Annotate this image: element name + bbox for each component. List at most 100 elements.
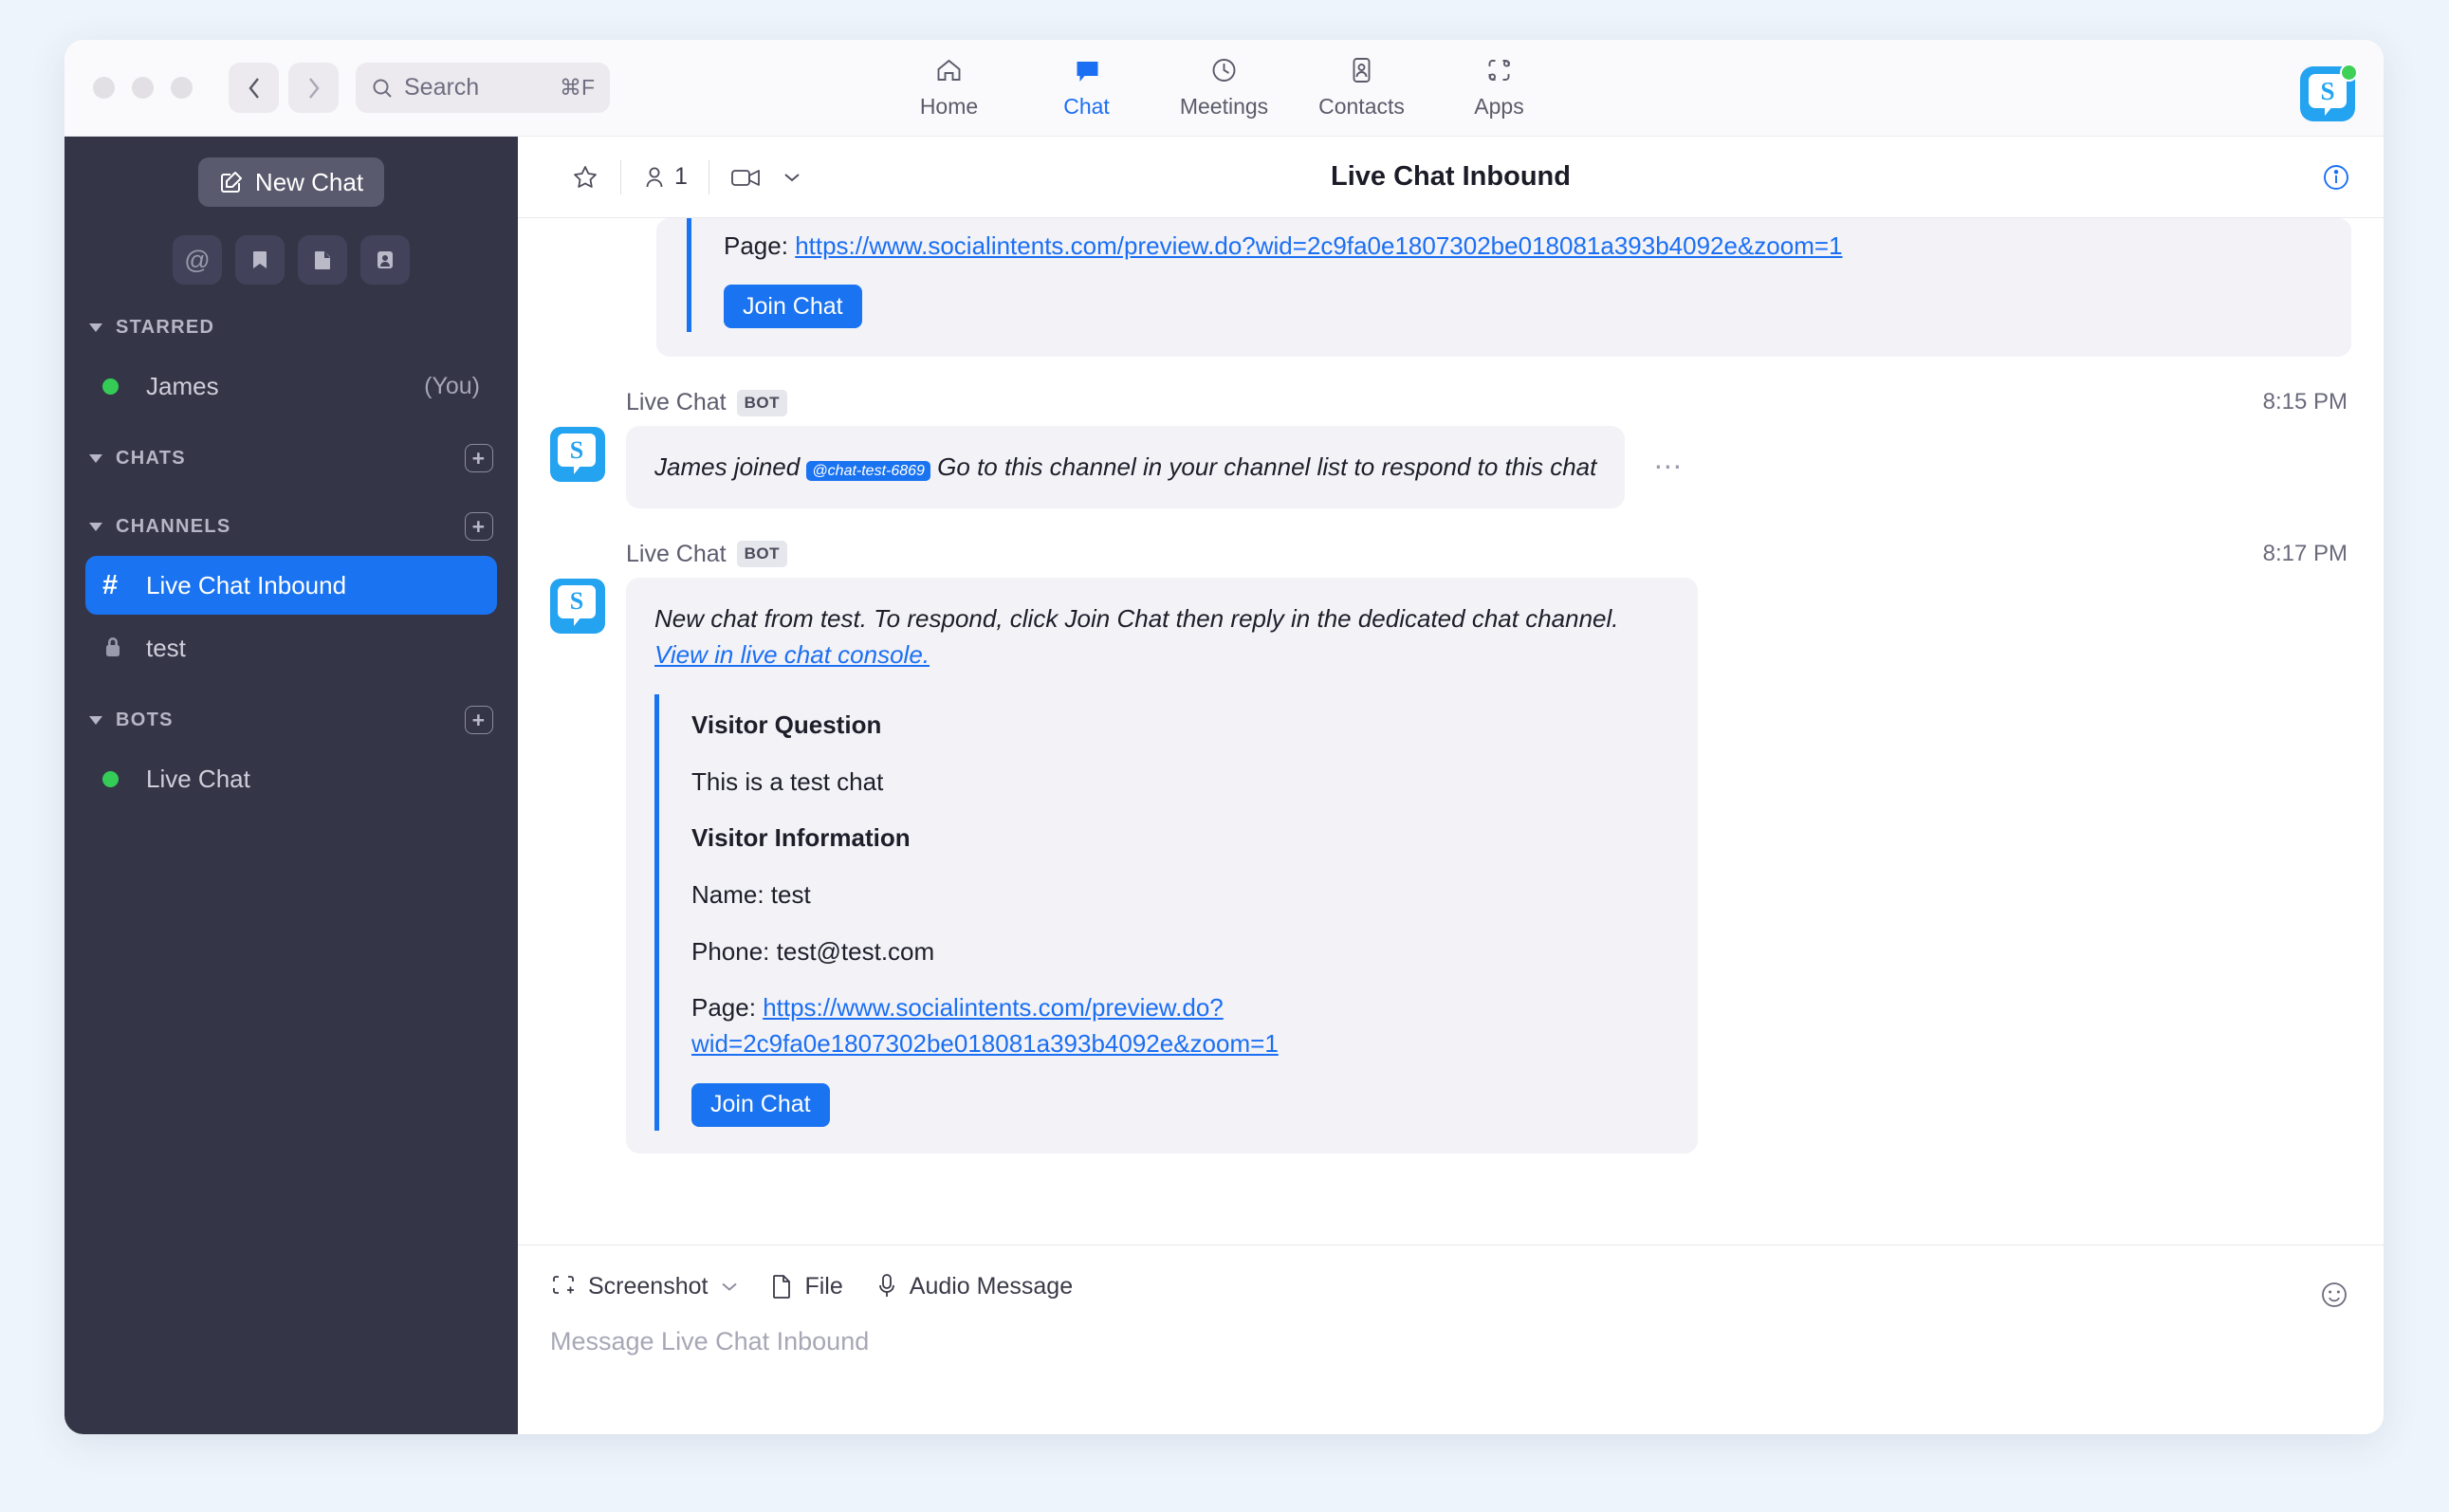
add-chat-button[interactable]: + bbox=[465, 444, 493, 472]
forward-button[interactable] bbox=[288, 63, 339, 113]
person-icon bbox=[646, 167, 663, 187]
channel-mention[interactable]: @chat-test-6869 bbox=[806, 461, 930, 482]
file-icon bbox=[773, 1275, 791, 1299]
sidebar-item-live-chat-inbound[interactable]: # Live Chat Inbound bbox=[85, 556, 497, 615]
video-camera-icon bbox=[731, 169, 760, 186]
add-bot-button[interactable]: + bbox=[465, 706, 493, 734]
message-text-after: Go to this channel in your channel list … bbox=[930, 452, 1597, 482]
compose-icon bbox=[220, 172, 242, 193]
screenshot-button[interactable]: Screenshot bbox=[550, 1273, 738, 1300]
emoji-smiley-icon bbox=[2322, 1282, 2347, 1307]
clock-icon bbox=[1209, 53, 1240, 87]
tab-apps[interactable]: Apps bbox=[1430, 53, 1568, 120]
message-overflow-button[interactable]: ⋯ bbox=[1653, 451, 1684, 484]
bot-avatar: S bbox=[550, 578, 605, 634]
search-input[interactable]: Search ⌘F bbox=[356, 63, 610, 113]
minimize-button[interactable] bbox=[132, 77, 154, 99]
participants-count: 1 bbox=[674, 163, 688, 190]
chevron-down-icon bbox=[85, 323, 106, 332]
tab-meetings-label: Meetings bbox=[1179, 94, 1269, 119]
star-icon bbox=[574, 165, 597, 188]
page-url-link[interactable]: https://www.socialintents.com/preview.do… bbox=[795, 231, 1842, 260]
tab-apps-label: Apps bbox=[1474, 94, 1524, 119]
microphone-icon bbox=[878, 1274, 894, 1297]
tab-chat[interactable]: Chat bbox=[1018, 53, 1155, 120]
add-channel-button[interactable]: + bbox=[465, 512, 493, 541]
message-list[interactable]: Page: https://www.socialintents.com/prev… bbox=[518, 218, 2384, 1245]
chevron-down-icon bbox=[784, 173, 800, 181]
audio-message-button[interactable]: Audio Message bbox=[875, 1272, 1073, 1300]
sidebar-item-test[interactable]: test bbox=[85, 618, 497, 677]
contact-icon bbox=[377, 251, 393, 268]
sidebar-section-chats-label: CHATS bbox=[116, 447, 186, 469]
maximize-button[interactable] bbox=[171, 77, 193, 99]
tab-meetings[interactable]: Meetings bbox=[1155, 53, 1293, 120]
message-composer: Screenshot File Audio Message Message Li… bbox=[518, 1245, 2384, 1434]
sidebar-item-james[interactable]: James (You) bbox=[85, 357, 497, 415]
emoji-picker-button[interactable] bbox=[2319, 1280, 2349, 1310]
apps-icon bbox=[1484, 53, 1515, 87]
page-url-link[interactable]: https://www.socialintents.com/preview.do… bbox=[691, 993, 1279, 1058]
sidebar: New Chat @ STARRED James (You) CHATS + C… bbox=[64, 137, 518, 1434]
contacts-filter-button[interactable] bbox=[360, 235, 410, 285]
visitor-callout: Page: https://www.socialintents.com/prev… bbox=[687, 218, 2351, 333]
sidebar-section-bots[interactable]: BOTS + bbox=[64, 694, 518, 746]
message-sender: Live Chat bbox=[626, 540, 727, 567]
message-bubble: New chat from test. To respond, click Jo… bbox=[626, 577, 1698, 1153]
chevron-left-icon bbox=[248, 77, 259, 99]
sidebar-section-bots-label: BOTS bbox=[116, 709, 174, 730]
page-line: Page: https://www.socialintents.com/prev… bbox=[691, 990, 1669, 1061]
message-timestamp: 8:17 PM bbox=[2262, 540, 2348, 566]
new-chat-button[interactable]: New Chat bbox=[197, 157, 385, 207]
participants-button[interactable]: 1 bbox=[621, 157, 709, 198]
sidebar-section-channels[interactable]: CHANNELS + bbox=[64, 501, 518, 552]
sidebar-item-label: James bbox=[146, 371, 219, 400]
star-channel-button[interactable] bbox=[550, 157, 620, 198]
user-avatar[interactable]: S bbox=[2300, 64, 2358, 121]
chevron-down-icon[interactable] bbox=[721, 1282, 738, 1292]
search-shortcut: ⌘F bbox=[559, 75, 595, 100]
bookmarks-filter-button[interactable] bbox=[235, 235, 285, 285]
title-bar: Search ⌘F Home Chat Meetings Contacts Ap… bbox=[64, 40, 2384, 137]
bot-avatar: S bbox=[550, 427, 605, 483]
chevron-down-icon bbox=[85, 522, 106, 531]
window-controls[interactable] bbox=[93, 77, 193, 99]
tab-home[interactable]: Home bbox=[880, 53, 1018, 120]
channel-info-button[interactable] bbox=[2321, 162, 2351, 193]
page-line: Page: https://www.socialintents.com/prev… bbox=[724, 228, 2351, 264]
page-label: Page: bbox=[691, 993, 756, 1023]
tab-contacts-label: Contacts bbox=[1318, 94, 1405, 119]
mentions-filter-button[interactable]: @ bbox=[173, 235, 222, 285]
contact-card-icon bbox=[1347, 53, 1377, 87]
join-chat-button[interactable]: Join Chat bbox=[724, 285, 862, 329]
home-icon bbox=[934, 53, 965, 87]
message-input[interactable]: Message Live Chat Inbound bbox=[550, 1327, 2351, 1356]
screenshot-label: Screenshot bbox=[588, 1272, 709, 1300]
bot-badge: BOT bbox=[736, 541, 788, 568]
new-chat-label: New Chat bbox=[254, 167, 364, 196]
chevron-down-icon bbox=[85, 715, 106, 725]
message-text-before: James joined bbox=[654, 452, 807, 482]
message-intro: New chat from test. To respond, click Jo… bbox=[654, 600, 1669, 673]
page-label: Page: bbox=[724, 231, 788, 260]
message-timestamp: 8:15 PM bbox=[2262, 389, 2348, 415]
tab-contacts[interactable]: Contacts bbox=[1293, 53, 1430, 120]
sidebar-section-chats[interactable]: CHATS + bbox=[64, 433, 518, 484]
bookmark-icon bbox=[253, 251, 267, 268]
message-item: S Live Chat BOT James joined @chat-test-… bbox=[518, 357, 2384, 508]
sidebar-quick-filters: @ bbox=[64, 235, 518, 285]
join-chat-button[interactable]: Join Chat bbox=[691, 1082, 830, 1127]
file-button[interactable]: File bbox=[770, 1273, 843, 1300]
sidebar-section-starred[interactable]: STARRED bbox=[64, 302, 518, 353]
drafts-filter-button[interactable] bbox=[298, 235, 347, 285]
sidebar-item-label: Live Chat Inbound bbox=[146, 570, 347, 599]
close-button[interactable] bbox=[93, 77, 115, 99]
sidebar-item-live-chat-bot[interactable]: Live Chat bbox=[85, 749, 497, 808]
back-button[interactable] bbox=[229, 63, 279, 113]
tab-chat-label: Chat bbox=[1063, 94, 1110, 119]
start-video-button[interactable] bbox=[709, 157, 821, 198]
chevron-down-icon bbox=[85, 453, 106, 463]
page-title: Live Chat Inbound bbox=[1331, 161, 1571, 192]
live-chat-console-link[interactable]: View in live chat console. bbox=[654, 640, 930, 669]
sidebar-item-label: Live Chat bbox=[146, 764, 250, 793]
